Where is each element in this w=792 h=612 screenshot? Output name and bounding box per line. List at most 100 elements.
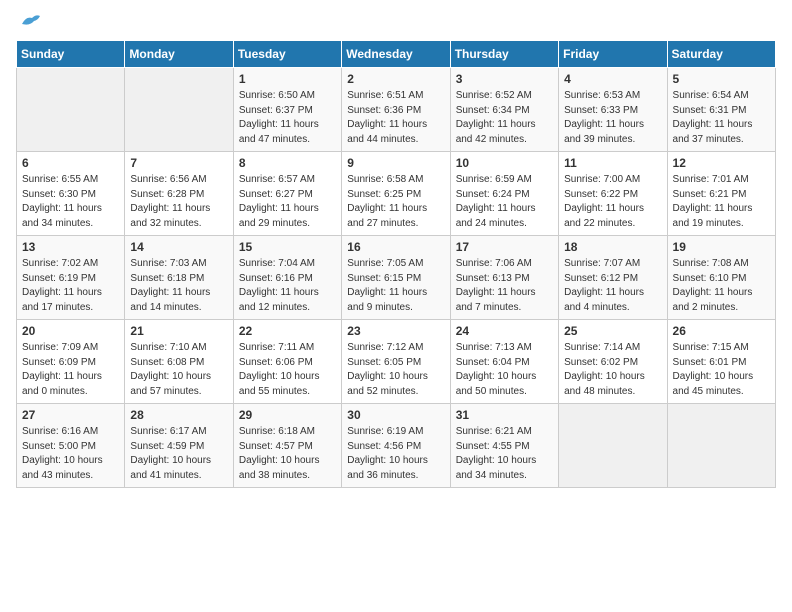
day-number: 11 bbox=[564, 156, 661, 170]
day-number: 13 bbox=[22, 240, 119, 254]
day-number: 9 bbox=[347, 156, 444, 170]
day-info: Sunrise: 6:54 AM Sunset: 6:31 PM Dayligh… bbox=[673, 89, 770, 147]
day-number: 26 bbox=[673, 324, 770, 338]
day-info: Sunrise: 7:10 AM Sunset: 6:08 PM Dayligh… bbox=[130, 341, 227, 399]
calendar-cell: 19 Sunrise: 7:08 AM Sunset: 6:10 PM Dayli… bbox=[667, 236, 775, 320]
weekday-header-sunday: Sunday bbox=[17, 41, 125, 68]
calendar-cell: 1Sunrise: 6:50 AM Sunset: 6:37 PM Daylig… bbox=[233, 68, 341, 152]
day-info: Sunrise: 7:15 AM Sunset: 6:01 PM Dayligh… bbox=[673, 341, 770, 399]
calendar-cell: 27 Sunrise: 6:16 AM Sunset: 5:00 PM Dayli… bbox=[17, 404, 125, 488]
day-info: Sunrise: 7:05 AM Sunset: 6:15 PM Dayligh… bbox=[347, 257, 444, 315]
calendar-cell: 20Sunrise: 7:09 AM Sunset: 6:09 PM Dayli… bbox=[17, 320, 125, 404]
calendar-cell: 7 Sunrise: 6:56 AM Sunset: 6:28 PM Daylig… bbox=[125, 152, 233, 236]
calendar-cell: 2 Sunrise: 6:51 AM Sunset: 6:36 PM Daylig… bbox=[342, 68, 450, 152]
day-info: Sunrise: 7:00 AM Sunset: 6:22 PM Dayligh… bbox=[564, 173, 661, 231]
day-info: Sunrise: 7:04 AM Sunset: 6:16 PM Dayligh… bbox=[239, 257, 336, 315]
day-info: Sunrise: 6:18 AM Sunset: 4:57 PM Dayligh… bbox=[239, 425, 336, 483]
day-number: 2 bbox=[347, 72, 444, 86]
day-number: 29 bbox=[239, 408, 336, 422]
calendar-cell: 17 Sunrise: 7:06 AM Sunset: 6:13 PM Dayli… bbox=[450, 236, 558, 320]
calendar-cell: 23 Sunrise: 7:12 AM Sunset: 6:05 PM Dayli… bbox=[342, 320, 450, 404]
day-number: 10 bbox=[456, 156, 553, 170]
weekday-header-monday: Monday bbox=[125, 41, 233, 68]
day-number: 7 bbox=[130, 156, 227, 170]
day-info: Sunrise: 6:59 AM Sunset: 6:24 PM Dayligh… bbox=[456, 173, 553, 231]
day-number: 19 bbox=[673, 240, 770, 254]
day-number: 15 bbox=[239, 240, 336, 254]
day-info: Sunrise: 7:07 AM Sunset: 6:12 PM Dayligh… bbox=[564, 257, 661, 315]
day-info: Sunrise: 7:08 AM Sunset: 6:10 PM Dayligh… bbox=[673, 257, 770, 315]
logo bbox=[16, 16, 42, 30]
day-info: Sunrise: 6:57 AM Sunset: 6:27 PM Dayligh… bbox=[239, 173, 336, 231]
day-number: 6 bbox=[22, 156, 119, 170]
day-info: Sunrise: 7:06 AM Sunset: 6:13 PM Dayligh… bbox=[456, 257, 553, 315]
day-number: 27 bbox=[22, 408, 119, 422]
day-number: 25 bbox=[564, 324, 661, 338]
calendar-cell: 8Sunrise: 6:57 AM Sunset: 6:27 PM Daylig… bbox=[233, 152, 341, 236]
calendar-cell bbox=[667, 404, 775, 488]
calendar-cell: 13 Sunrise: 7:02 AM Sunset: 6:19 PM Dayli… bbox=[17, 236, 125, 320]
day-info: Sunrise: 6:56 AM Sunset: 6:28 PM Dayligh… bbox=[130, 173, 227, 231]
day-info: Sunrise: 7:12 AM Sunset: 6:05 PM Dayligh… bbox=[347, 341, 444, 399]
calendar-cell: 3Sunrise: 6:52 AM Sunset: 6:34 PM Daylig… bbox=[450, 68, 558, 152]
calendar-week-row: 20Sunrise: 7:09 AM Sunset: 6:09 PM Dayli… bbox=[17, 320, 776, 404]
calendar-cell: 6 Sunrise: 6:55 AM Sunset: 6:30 PM Daylig… bbox=[17, 152, 125, 236]
calendar-cell: 15 Sunrise: 7:04 AM Sunset: 6:16 PM Dayli… bbox=[233, 236, 341, 320]
day-info: Sunrise: 7:03 AM Sunset: 6:18 PM Dayligh… bbox=[130, 257, 227, 315]
calendar-cell: 21 Sunrise: 7:10 AM Sunset: 6:08 PM Dayli… bbox=[125, 320, 233, 404]
day-info: Sunrise: 6:53 AM Sunset: 6:33 PM Dayligh… bbox=[564, 89, 661, 147]
day-number: 3 bbox=[456, 72, 553, 86]
day-number: 23 bbox=[347, 324, 444, 338]
calendar-cell: 24 Sunrise: 7:13 AM Sunset: 6:04 PM Dayli… bbox=[450, 320, 558, 404]
calendar-cell: 30Sunrise: 6:19 AM Sunset: 4:56 PM Dayli… bbox=[342, 404, 450, 488]
calendar-cell: 16 Sunrise: 7:05 AM Sunset: 6:15 PM Dayli… bbox=[342, 236, 450, 320]
calendar-week-row: 6 Sunrise: 6:55 AM Sunset: 6:30 PM Daylig… bbox=[17, 152, 776, 236]
calendar-cell: 31Sunrise: 6:21 AM Sunset: 4:55 PM Dayli… bbox=[450, 404, 558, 488]
calendar-cell: 26 Sunrise: 7:15 AM Sunset: 6:01 PM Dayli… bbox=[667, 320, 775, 404]
day-info: Sunrise: 7:11 AM Sunset: 6:06 PM Dayligh… bbox=[239, 341, 336, 399]
day-number: 12 bbox=[673, 156, 770, 170]
calendar-cell bbox=[559, 404, 667, 488]
day-info: Sunrise: 6:55 AM Sunset: 6:30 PM Dayligh… bbox=[22, 173, 119, 231]
day-info: Sunrise: 7:09 AM Sunset: 6:09 PM Dayligh… bbox=[22, 341, 119, 399]
day-info: Sunrise: 7:13 AM Sunset: 6:04 PM Dayligh… bbox=[456, 341, 553, 399]
weekday-header-friday: Friday bbox=[559, 41, 667, 68]
weekday-header-wednesday: Wednesday bbox=[342, 41, 450, 68]
calendar-cell: 9 Sunrise: 6:58 AM Sunset: 6:25 PM Daylig… bbox=[342, 152, 450, 236]
page-header bbox=[16, 16, 776, 30]
calendar-table: SundayMondayTuesdayWednesdayThursdayFrid… bbox=[16, 40, 776, 488]
day-number: 24 bbox=[456, 324, 553, 338]
weekday-header-saturday: Saturday bbox=[667, 41, 775, 68]
calendar-cell bbox=[125, 68, 233, 152]
calendar-cell: 4Sunrise: 6:53 AM Sunset: 6:33 PM Daylig… bbox=[559, 68, 667, 152]
day-info: Sunrise: 6:21 AM Sunset: 4:55 PM Dayligh… bbox=[456, 425, 553, 483]
day-number: 16 bbox=[347, 240, 444, 254]
calendar-cell: 22 Sunrise: 7:11 AM Sunset: 6:06 PM Dayli… bbox=[233, 320, 341, 404]
day-number: 22 bbox=[239, 324, 336, 338]
calendar-cell: 25 Sunrise: 7:14 AM Sunset: 6:02 PM Dayli… bbox=[559, 320, 667, 404]
calendar-cell: 11 Sunrise: 7:00 AM Sunset: 6:22 PM Dayli… bbox=[559, 152, 667, 236]
weekday-header-tuesday: Tuesday bbox=[233, 41, 341, 68]
calendar-cell: 12Sunrise: 7:01 AM Sunset: 6:21 PM Dayli… bbox=[667, 152, 775, 236]
weekday-header-thursday: Thursday bbox=[450, 41, 558, 68]
calendar-cell: 10 Sunrise: 6:59 AM Sunset: 6:24 PM Dayli… bbox=[450, 152, 558, 236]
day-info: Sunrise: 6:17 AM Sunset: 4:59 PM Dayligh… bbox=[130, 425, 227, 483]
day-number: 21 bbox=[130, 324, 227, 338]
calendar-header-row: SundayMondayTuesdayWednesdayThursdayFrid… bbox=[17, 41, 776, 68]
day-number: 28 bbox=[130, 408, 227, 422]
calendar-week-row: 27 Sunrise: 6:16 AM Sunset: 5:00 PM Dayli… bbox=[17, 404, 776, 488]
day-number: 17 bbox=[456, 240, 553, 254]
day-info: Sunrise: 6:58 AM Sunset: 6:25 PM Dayligh… bbox=[347, 173, 444, 231]
calendar-week-row: 1Sunrise: 6:50 AM Sunset: 6:37 PM Daylig… bbox=[17, 68, 776, 152]
calendar-cell bbox=[17, 68, 125, 152]
calendar-week-row: 13 Sunrise: 7:02 AM Sunset: 6:19 PM Dayli… bbox=[17, 236, 776, 320]
day-number: 30 bbox=[347, 408, 444, 422]
day-info: Sunrise: 7:14 AM Sunset: 6:02 PM Dayligh… bbox=[564, 341, 661, 399]
day-number: 18 bbox=[564, 240, 661, 254]
day-info: Sunrise: 7:02 AM Sunset: 6:19 PM Dayligh… bbox=[22, 257, 119, 315]
day-info: Sunrise: 6:16 AM Sunset: 5:00 PM Dayligh… bbox=[22, 425, 119, 483]
day-info: Sunrise: 6:51 AM Sunset: 6:36 PM Dayligh… bbox=[347, 89, 444, 147]
day-number: 1 bbox=[239, 72, 336, 86]
calendar-cell: 29 Sunrise: 6:18 AM Sunset: 4:57 PM Dayli… bbox=[233, 404, 341, 488]
calendar-cell: 5Sunrise: 6:54 AM Sunset: 6:31 PM Daylig… bbox=[667, 68, 775, 152]
